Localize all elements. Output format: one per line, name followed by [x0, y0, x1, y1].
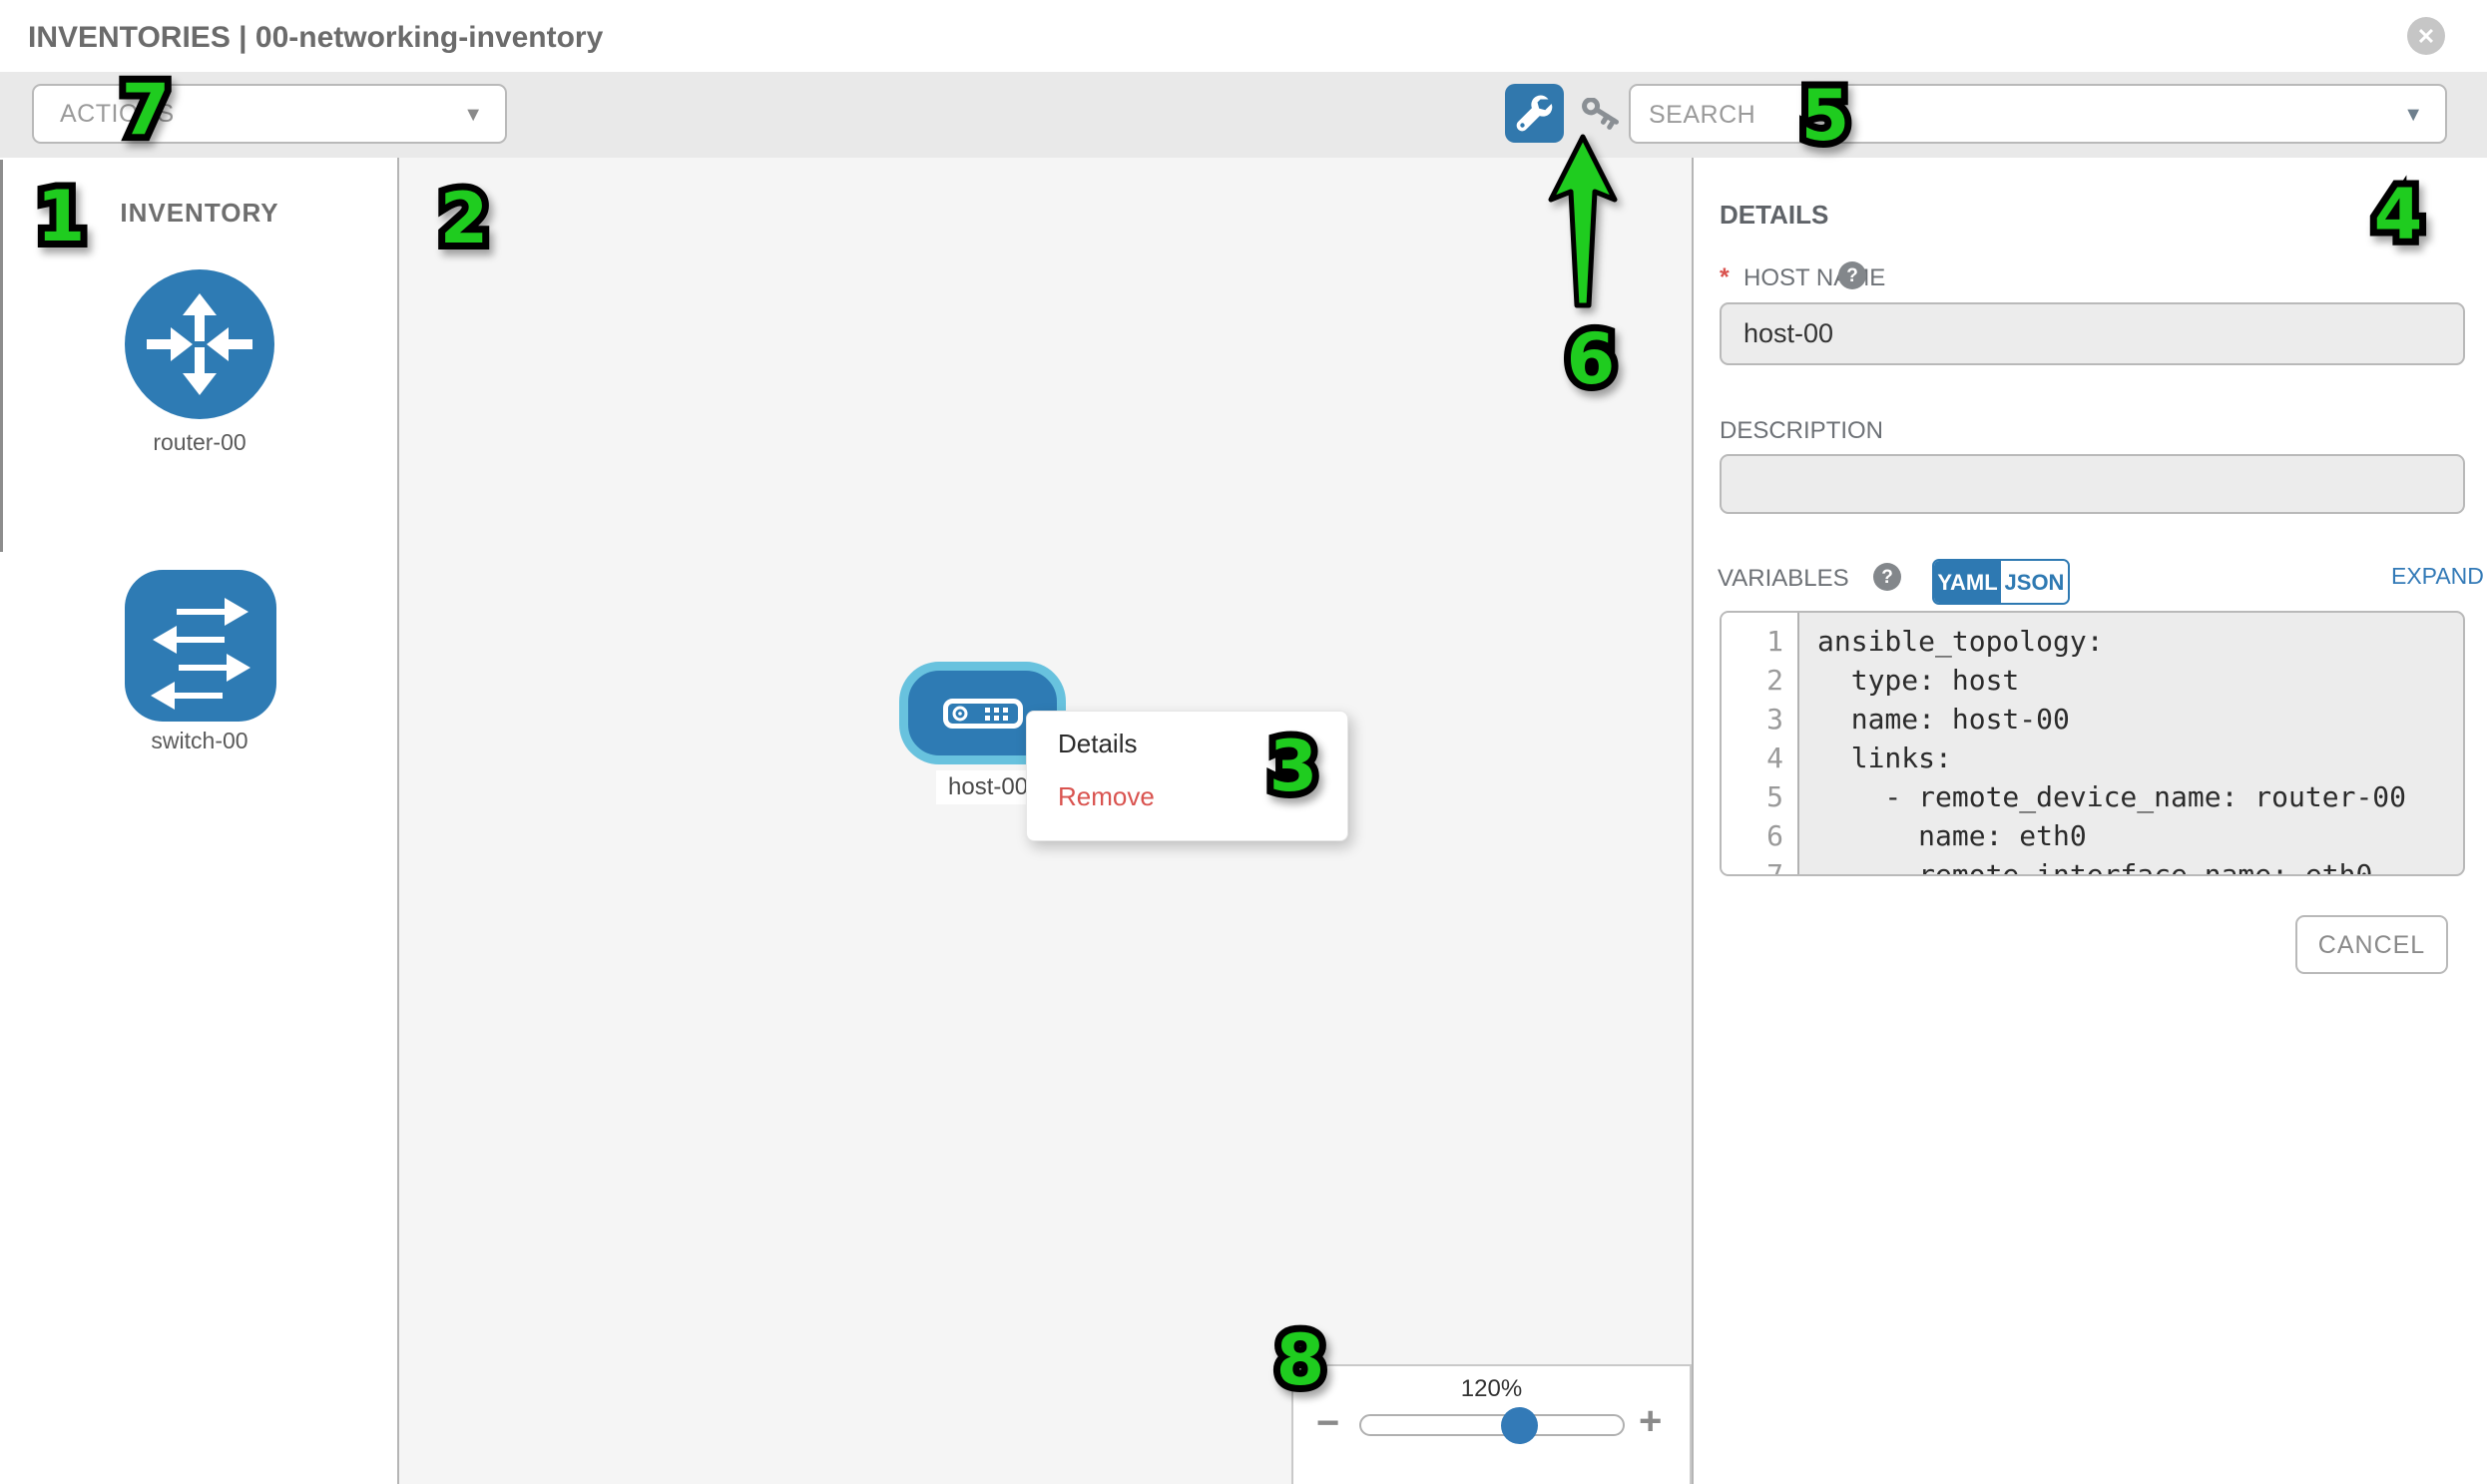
host-name-field[interactable]: [1720, 302, 2465, 365]
zoom-slider-track[interactable]: [1359, 1414, 1625, 1436]
annotation-5: 55: [1801, 81, 1850, 151]
palette-item-label: router-00: [0, 429, 399, 456]
annotation-8: 88: [1276, 1325, 1325, 1395]
router-icon: [125, 269, 274, 419]
code-line: remote_interface_name: eth0: [1817, 855, 2463, 876]
actions-dropdown[interactable]: ACTIONS ▼: [32, 84, 507, 144]
zoom-out-button[interactable]: −: [1316, 1401, 1339, 1446]
line-number: 1: [1722, 622, 1797, 661]
toggle-yaml[interactable]: YAML: [1934, 561, 2001, 603]
expand-link[interactable]: EXPAND: [2391, 563, 2484, 590]
palette-item-switch[interactable]: [125, 570, 276, 722]
code-line: name: host-00: [1817, 700, 2463, 739]
variables-code-editor[interactable]: 1 2 3 4 5 6 7 ansible_topology: type: ho…: [1720, 611, 2465, 876]
zoom-slider-thumb[interactable]: [1501, 1407, 1538, 1444]
window-header: INVENTORIES | 00-networking-inventory: [0, 0, 2487, 72]
switch-icon: [125, 570, 276, 722]
toggle-json[interactable]: JSON: [2001, 561, 2068, 603]
line-number: 4: [1722, 739, 1797, 777]
annotation-4: 44: [2374, 180, 2423, 249]
zoom-in-button[interactable]: +: [1639, 1399, 1662, 1444]
context-menu-item-remove[interactable]: Remove: [1058, 781, 1155, 812]
description-label: DESCRIPTION: [1720, 417, 1883, 445]
code-line: - remote_device_name: router-00: [1817, 777, 2463, 816]
help-icon[interactable]: ?: [1873, 563, 1901, 591]
search-dropdown[interactable]: ▼: [1629, 84, 2447, 144]
details-panel-title: DETAILS: [1720, 200, 1828, 231]
required-asterisk: *: [1720, 263, 1730, 292]
code-line: type: host: [1817, 661, 2463, 700]
zoom-level-label: 120%: [1291, 1375, 1692, 1403]
editor-gutter: 1 2 3 4 5 6 7: [1722, 613, 1799, 874]
key-icon[interactable]: [1580, 98, 1626, 136]
line-number: 3: [1722, 700, 1797, 739]
host-node-label: host-00: [936, 770, 1040, 804]
description-field[interactable]: [1720, 454, 2465, 514]
caret-down-icon: ▼: [2403, 104, 2423, 127]
context-menu-item-details[interactable]: Details: [1058, 729, 1137, 759]
variables-format-toggle: YAML JSON: [1932, 559, 2070, 605]
page-title: INVENTORIES | 00-networking-inventory: [28, 0, 603, 72]
annotation-7: 77: [122, 75, 171, 145]
variables-label: VARIABLES: [1718, 565, 1849, 593]
inventory-topology-window: INVENTORIES | 00-networking-inventory ✕ …: [0, 0, 2487, 1484]
line-number: 7: [1722, 855, 1797, 876]
close-icon[interactable]: ✕: [2407, 17, 2445, 55]
annotation-2: 22: [440, 184, 489, 253]
caret-down-icon: ▼: [463, 104, 483, 127]
editor-code[interactable]: ansible_topology: type: host name: host-…: [1801, 613, 2463, 876]
search-input[interactable]: [1647, 88, 2349, 142]
line-number: 6: [1722, 816, 1797, 855]
annotation-6: 66: [1567, 324, 1616, 394]
palette-item-router[interactable]: [125, 269, 274, 419]
line-number: 2: [1722, 661, 1797, 700]
code-line: ansible_topology:: [1817, 622, 2463, 661]
code-line: links:: [1817, 739, 2463, 777]
annotation-arrow-icon: [1545, 134, 1621, 311]
code-line: name: eth0: [1817, 816, 2463, 855]
host-icon: [943, 699, 1023, 729]
annotation-3: 33: [1269, 732, 1318, 801]
annotation-1: 11: [37, 182, 86, 251]
help-icon[interactable]: ?: [1838, 261, 1866, 289]
cancel-button[interactable]: CANCEL: [2295, 915, 2448, 974]
palette-item-label: switch-00: [0, 728, 399, 754]
line-number: 5: [1722, 777, 1797, 816]
